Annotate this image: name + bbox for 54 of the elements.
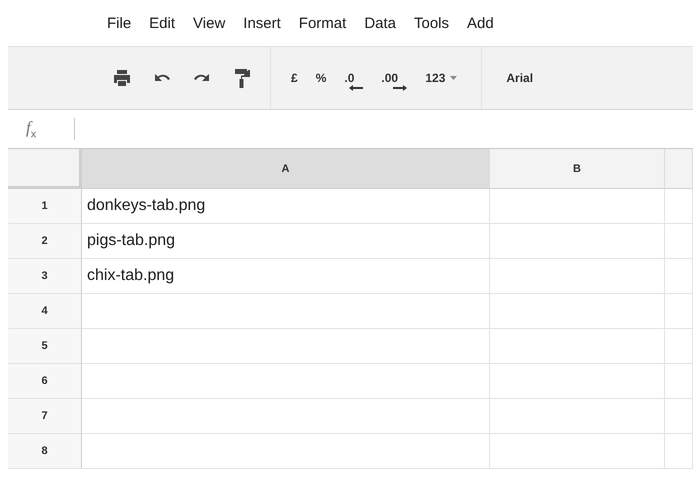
column-header[interactable] bbox=[665, 149, 693, 189]
menu-item[interactable]: Insert bbox=[234, 14, 290, 32]
right-arrow-icon bbox=[393, 84, 408, 90]
table-cell[interactable] bbox=[665, 294, 693, 329]
row-header[interactable]: 8 bbox=[8, 434, 82, 469]
formula-label: f$_{x}$ bbox=[25, 118, 38, 140]
table-cell[interactable]: pigs-tab.png bbox=[82, 224, 490, 259]
font-dropdown[interactable]: Arial bbox=[506, 71, 534, 85]
left-arrow-icon bbox=[349, 84, 364, 90]
table-cell[interactable] bbox=[665, 434, 693, 469]
table-cell[interactable] bbox=[82, 364, 490, 399]
row-header[interactable]: 3 bbox=[8, 259, 82, 294]
table-cell[interactable] bbox=[82, 399, 490, 434]
menu-item[interactable]: View bbox=[184, 14, 234, 32]
number-format-dropdown[interactable]: 123 bbox=[425, 71, 458, 85]
table-cell[interactable] bbox=[82, 329, 490, 364]
table-cell[interactable] bbox=[490, 364, 665, 399]
increase-decimal-button[interactable]: .00 bbox=[381, 66, 408, 90]
column-header[interactable]: B bbox=[490, 149, 665, 189]
table-cell[interactable] bbox=[490, 259, 665, 294]
table-cell[interactable] bbox=[665, 189, 693, 224]
column-header[interactable]: A bbox=[82, 149, 490, 189]
select-all-corner[interactable] bbox=[8, 149, 82, 189]
row-header[interactable]: 5 bbox=[8, 329, 82, 364]
format-button[interactable]: £ bbox=[291, 71, 298, 85]
row-header[interactable]: 1 bbox=[8, 189, 82, 224]
table-cell[interactable] bbox=[665, 224, 693, 259]
caret-icon bbox=[450, 76, 458, 80]
table-cell[interactable] bbox=[665, 259, 693, 294]
decrease-decimal-button[interactable]: .0 bbox=[344, 66, 364, 90]
table-cell[interactable] bbox=[490, 189, 665, 224]
table-cell[interactable]: chix-tab.png bbox=[82, 259, 490, 294]
table-cell[interactable] bbox=[665, 364, 693, 399]
table-cell[interactable] bbox=[490, 434, 665, 469]
menu-item[interactable]: File bbox=[98, 14, 140, 32]
row-header[interactable]: 4 bbox=[8, 294, 82, 329]
table-cell[interactable] bbox=[490, 329, 665, 364]
menu-item[interactable]: Add bbox=[458, 14, 503, 32]
table-cell[interactable] bbox=[490, 224, 665, 259]
table-cell[interactable] bbox=[665, 329, 693, 364]
menu-item[interactable]: Format bbox=[290, 14, 356, 32]
format-button[interactable]: % bbox=[316, 71, 326, 85]
table-cell[interactable] bbox=[665, 399, 693, 434]
table-cell[interactable]: donkeys-tab.png bbox=[82, 189, 490, 224]
row-header[interactable]: 6 bbox=[8, 364, 82, 399]
menu-item[interactable]: Edit bbox=[140, 14, 184, 32]
table-cell[interactable] bbox=[490, 294, 665, 329]
table-cell[interactable] bbox=[82, 434, 490, 469]
row-header[interactable]: 7 bbox=[8, 399, 82, 434]
table-cell[interactable] bbox=[490, 399, 665, 434]
row-header[interactable]: 2 bbox=[8, 224, 82, 259]
menu-item[interactable]: Data bbox=[355, 14, 405, 32]
menu-item[interactable]: Tools bbox=[405, 14, 458, 32]
table-cell[interactable] bbox=[82, 294, 490, 329]
